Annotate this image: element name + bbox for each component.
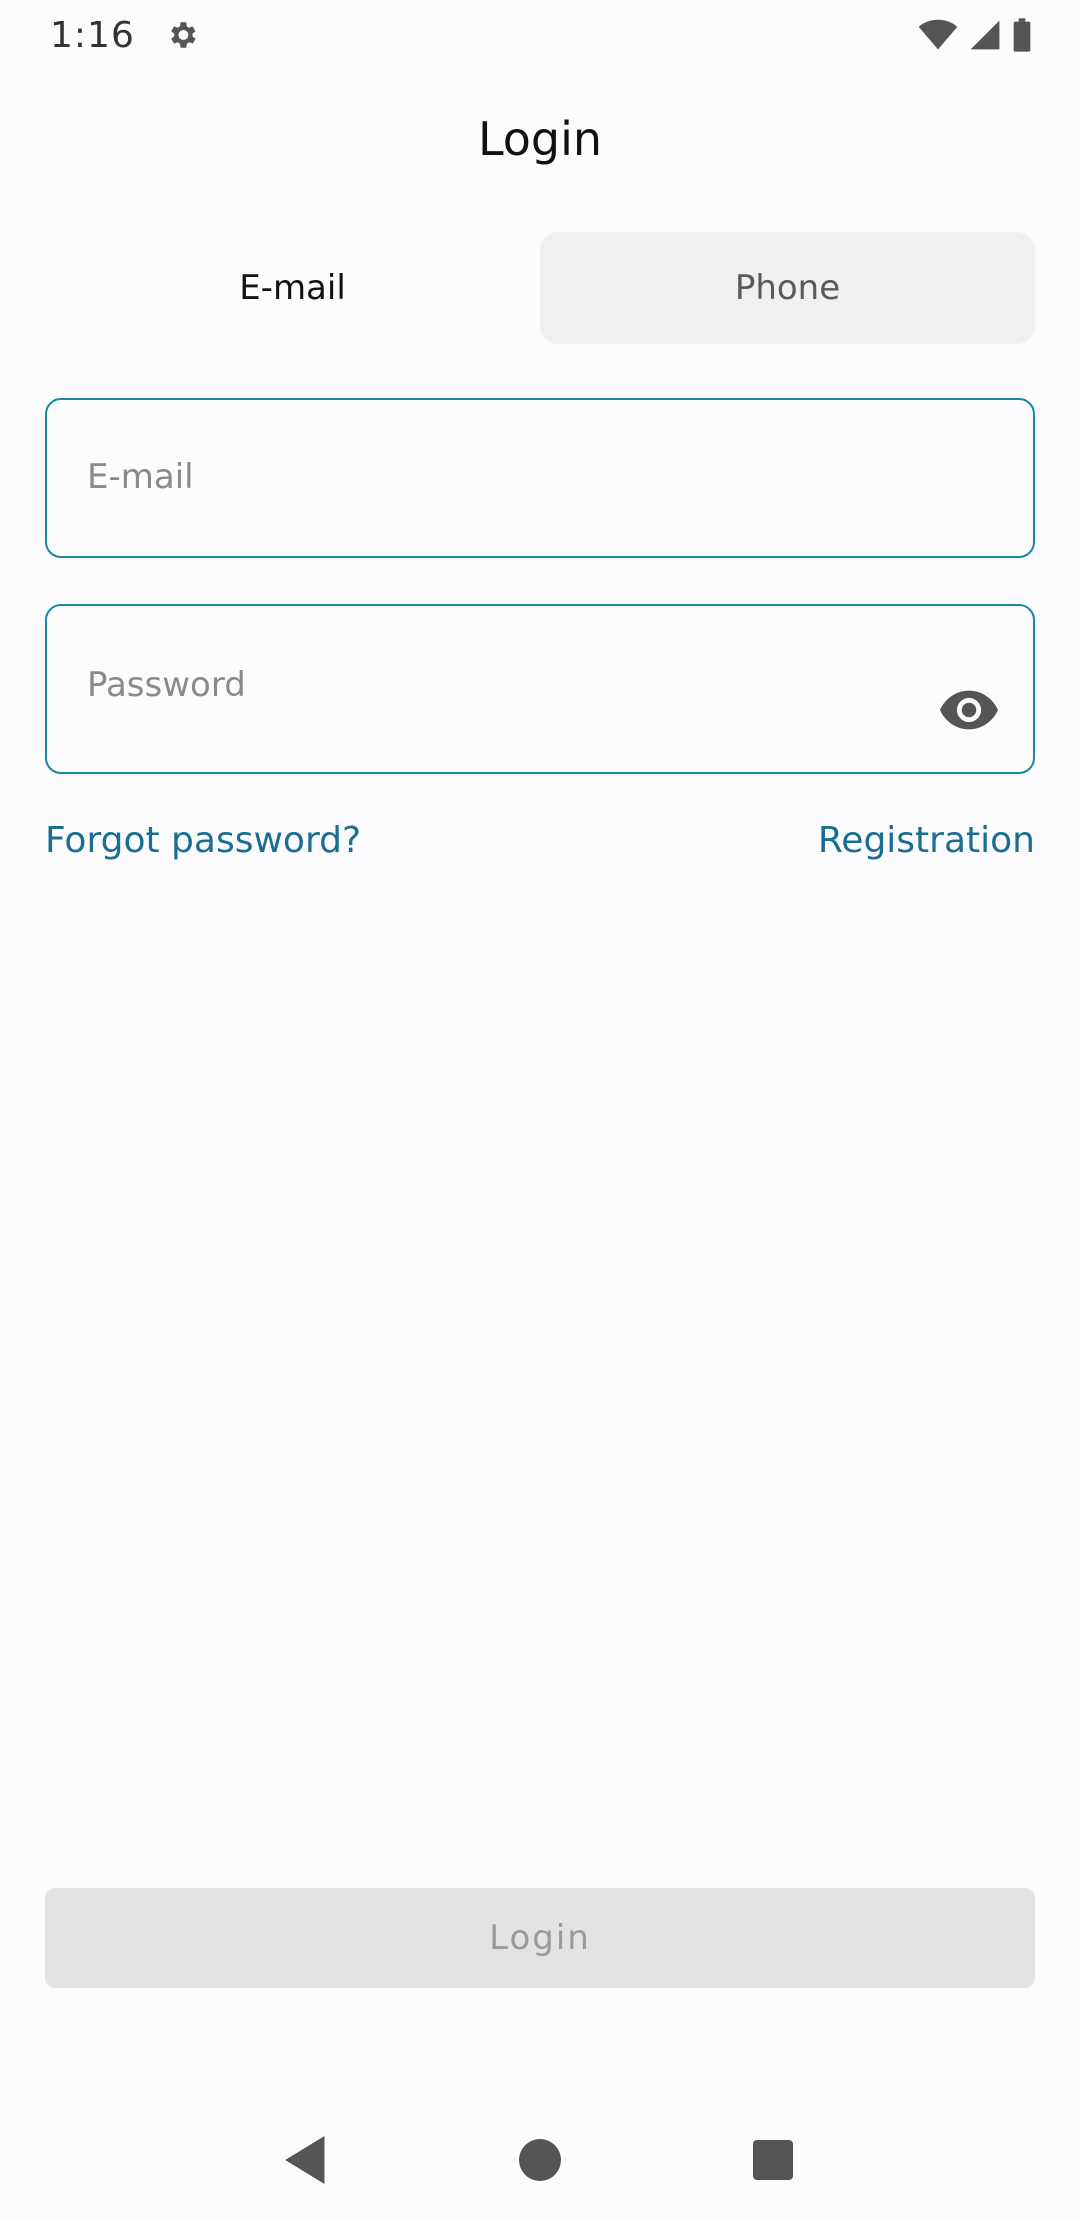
recents-icon[interactable] — [733, 2120, 813, 2200]
email-field[interactable] — [45, 398, 1035, 558]
login-screen: 1:16 Login E-mail Phone E-mail Forgot pa… — [0, 0, 1080, 2220]
navigation-bar — [0, 2100, 1080, 2220]
status-time: 1:16 — [50, 14, 135, 56]
login-button[interactable]: Login — [45, 1888, 1035, 1988]
wifi-icon — [918, 19, 958, 51]
login-method-tabs: E-mail Phone — [45, 232, 1035, 344]
status-left: 1:16 — [50, 15, 199, 56]
home-icon[interactable] — [500, 2120, 580, 2200]
password-input[interactable] — [87, 660, 907, 710]
tab-phone[interactable]: Phone — [540, 232, 1035, 344]
eye-icon[interactable] — [937, 686, 1001, 734]
signal-icon — [968, 19, 1002, 51]
email-input[interactable] — [87, 452, 907, 502]
battery-icon — [1012, 18, 1032, 52]
registration-link[interactable]: Registration — [818, 820, 1035, 861]
back-icon[interactable] — [267, 2120, 347, 2200]
status-right — [918, 18, 1032, 52]
tab-email[interactable]: E-mail — [45, 232, 540, 344]
forgot-password-link[interactable]: Forgot password? — [45, 820, 361, 861]
password-field[interactable] — [45, 604, 1035, 774]
gear-icon — [165, 18, 199, 52]
page-title: Login — [477, 112, 603, 166]
status-bar: 1:16 — [0, 0, 1080, 70]
